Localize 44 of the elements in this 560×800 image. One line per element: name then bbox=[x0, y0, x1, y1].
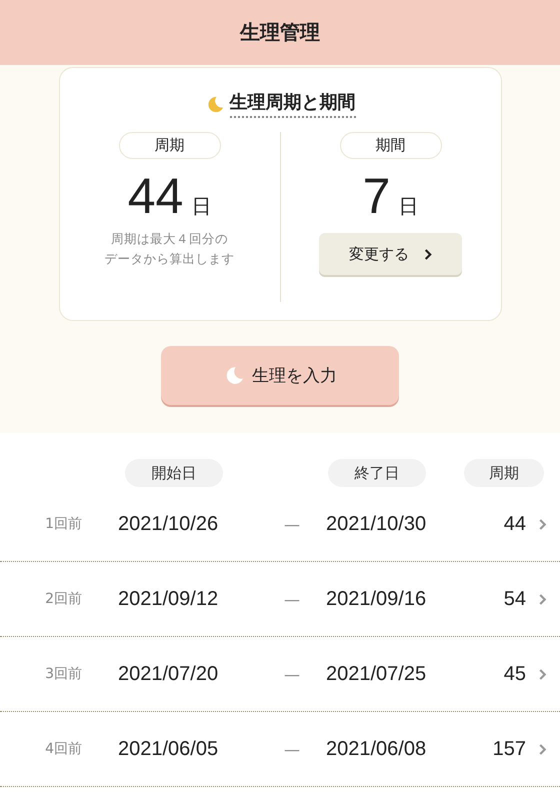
end-date: 2021/10/30 bbox=[326, 512, 428, 536]
chevron-icon bbox=[538, 518, 547, 530]
history-row[interactable]: 2回前 2021/09/12 — 2021/09/16 54 bbox=[0, 562, 560, 637]
unit-text: 日 bbox=[398, 193, 418, 220]
column-header: 終了日 bbox=[328, 459, 426, 487]
start-date: 2021/09/12 bbox=[118, 588, 220, 610]
cycle-days: 54 bbox=[466, 588, 526, 610]
dash-text: — bbox=[283, 590, 301, 608]
end-date: 2021/09/16 bbox=[326, 588, 428, 610]
cycle-note: データから算出します bbox=[104, 250, 234, 268]
row-index: 4回前 bbox=[44, 740, 82, 758]
page-title: 生理管理 bbox=[240, 19, 320, 46]
column-header: 開始日 bbox=[125, 459, 223, 487]
start-date: 2021/06/05 bbox=[118, 738, 220, 760]
end-date: 2021/06/08 bbox=[326, 738, 428, 760]
dash-text: — bbox=[283, 740, 301, 758]
dash-text: — bbox=[283, 664, 301, 684]
end-date: 2021/07/25 bbox=[326, 662, 428, 686]
unit-text: 日 bbox=[191, 193, 212, 220]
history-row[interactable]: 3回前 2021/07/20 — 2021/07/25 45 bbox=[0, 637, 560, 712]
change-button[interactable]: 変更する bbox=[319, 233, 462, 275]
cycle-days: 45 bbox=[466, 662, 526, 686]
cycle-days: 157 bbox=[466, 738, 526, 760]
history-row[interactable]: 4回前 2021/06/05 — 2021/06/08 157 bbox=[0, 712, 560, 787]
chevron-icon bbox=[538, 592, 547, 606]
row-index: 2回前 bbox=[44, 590, 82, 608]
cycle-note: 周期は最大４回分の bbox=[111, 230, 228, 248]
history-row[interactable]: 1回前 2021/10/26 — 2021/10/30 44 bbox=[0, 487, 560, 562]
row-index: 3回前 bbox=[44, 665, 82, 683]
chevron-icon bbox=[538, 668, 547, 680]
column-header: 周期 bbox=[464, 459, 544, 487]
period-label: 期間 bbox=[340, 132, 442, 159]
start-date: 2021/10/26 bbox=[118, 512, 220, 536]
start-date: 2021/07/20 bbox=[118, 662, 220, 686]
cycle-days: 44 bbox=[466, 512, 526, 536]
card-title: 生理周期と期間 bbox=[230, 90, 356, 118]
cycle-value: 44 bbox=[128, 167, 184, 225]
chevron-icon bbox=[538, 742, 547, 756]
chevron-icon bbox=[423, 248, 432, 260]
dash-text: — bbox=[283, 514, 301, 534]
input-period-button[interactable]: 生理を入力 bbox=[161, 346, 399, 405]
period-value: 7 bbox=[362, 167, 390, 225]
cycle-label: 周期 bbox=[118, 132, 220, 159]
row-index: 1回前 bbox=[44, 515, 82, 533]
